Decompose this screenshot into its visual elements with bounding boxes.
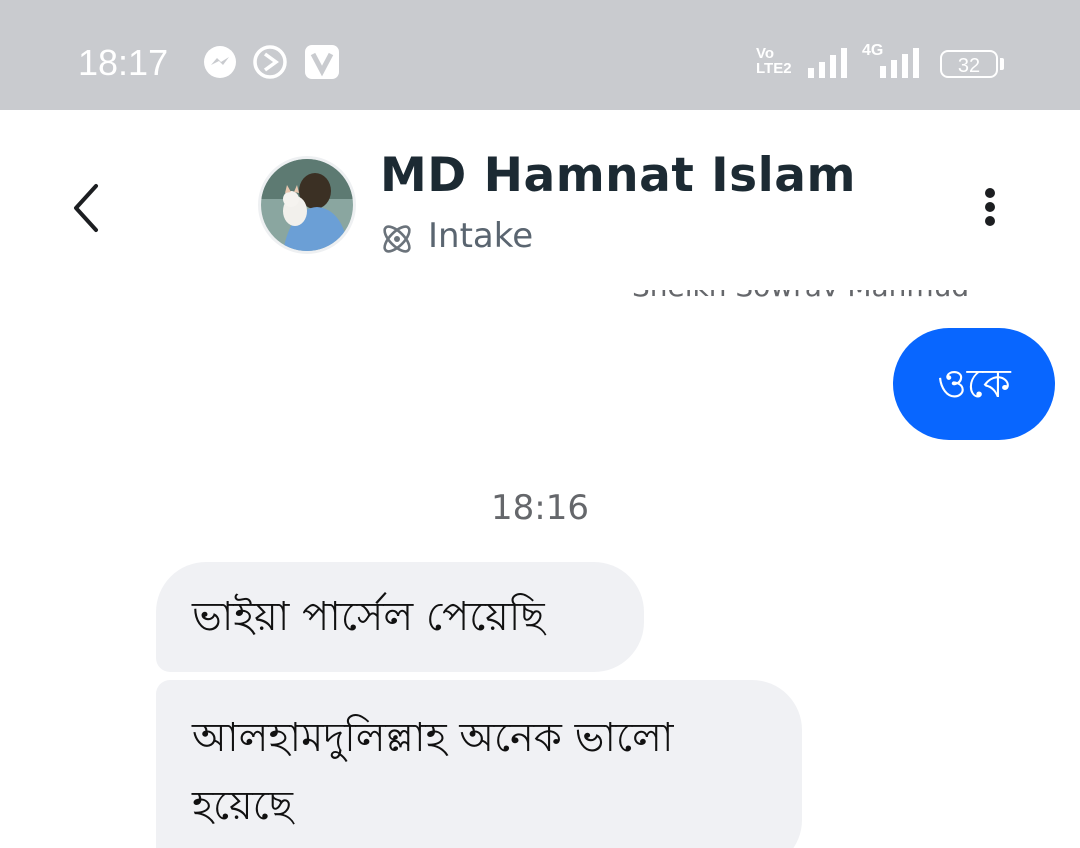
vpn-icon [253,45,287,79]
reply-sender-name: Sheikh Sowrav Mahmud [632,290,969,303]
status-bar: 18:17 Vo LTE2 4G 32 [0,0,1080,110]
back-button[interactable] [60,178,110,238]
signal-icon-sim1 [808,48,847,78]
dot-icon [985,188,995,198]
outgoing-message-bubble[interactable]: ওকে [893,328,1055,440]
avatar[interactable] [258,156,356,254]
dot-icon [985,216,995,226]
contact-name[interactable]: MD Hamnat Islam [380,148,856,203]
volte-label: Vo LTE2 [756,45,792,77]
battery-nub [1000,58,1004,70]
message-thread[interactable]: Sheikh Sowrav Mahmud ওকে 18:16 ভাইয়া পা… [0,290,1080,848]
battery-indicator: 32 [940,50,998,78]
clock: 18:17 [78,42,169,83]
more-options-button[interactable] [970,182,1010,232]
incoming-message-bubble[interactable]: আলহামদুলিল্লাহ অনেক ভালো হয়েছে [156,680,802,848]
incoming-message-bubble[interactable]: ভাইয়া পার্সেল পেয়েছি [156,562,644,672]
v-app-icon [305,45,339,79]
messenger-icon [204,46,236,78]
message-timestamp: 18:16 [491,488,589,528]
contact-status-label: Intake [428,216,534,256]
signal-icon-sim2 [880,48,919,78]
avatar-image [261,159,353,251]
dot-icon [985,202,995,212]
atom-icon [383,225,411,253]
conversation-header: MD Hamnat Islam Intake [0,110,1080,290]
